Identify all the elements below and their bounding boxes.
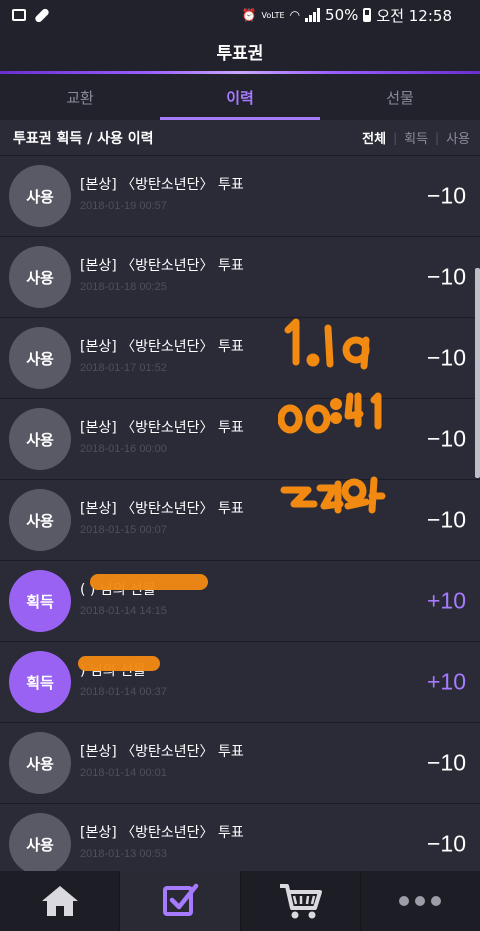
row-date: 2018-01-17 01:52 xyxy=(80,362,167,374)
nav-vote[interactable] xyxy=(120,871,241,931)
clock: 오전 12:58 xyxy=(376,6,452,25)
nav-shop[interactable] xyxy=(241,871,361,931)
row-amount: −10 xyxy=(426,425,466,452)
status-right: ⏰ VoLTE ◠ 50% 오전 12:58 xyxy=(242,5,480,26)
filter-divider: | xyxy=(435,130,440,145)
use-badge: 사용 xyxy=(9,327,71,389)
use-badge: 사용 xyxy=(9,732,71,794)
use-badge: 사용 xyxy=(9,165,71,227)
filter-group: 전체 | 획득 | 사용 xyxy=(362,128,480,148)
row-date: 2018-01-15 00:07 xyxy=(80,524,167,536)
row-text: [본상] 〈방탄소년단〉 투표 2018-01-14 00:01 xyxy=(80,741,244,779)
alarm-icon: ⏰ xyxy=(241,8,257,22)
row-date: 2018-01-18 00:25 xyxy=(80,281,167,293)
status-bar: ⏰ VoLTE ◠ 50% 오전 12:58 xyxy=(0,0,480,30)
tab-gift[interactable]: 선물 xyxy=(320,74,480,120)
volte-label: VoLTE xyxy=(261,10,285,20)
gallery-icon xyxy=(12,9,26,21)
row-text: [본상] 〈방탄소년단〉 투표 2018-01-17 01:52 xyxy=(80,336,244,374)
list-header: 투표권 획득 / 사용 이력 전체 | 획득 | 사용 xyxy=(0,120,480,156)
tab-exchange-label: 교환 xyxy=(66,88,94,107)
row-date: 2018-01-14 14:15 xyxy=(80,605,167,617)
tab-bar: 교환 이력 선물 xyxy=(0,74,480,120)
bottom-nav xyxy=(0,871,480,931)
tab-gift-label: 선물 xyxy=(386,88,414,107)
row-amount: −10 xyxy=(426,344,466,371)
row-title: [본상] 〈방탄소년단〉 투표 xyxy=(80,420,244,436)
history-row[interactable]: 획득 ) 님의 선물 2018-01-14 00:37 +10 xyxy=(0,642,480,723)
row-date: 2018-01-13 00:53 xyxy=(80,848,167,860)
row-title: [본상] 〈방탄소년단〉 투표 xyxy=(80,501,244,517)
row-title: [본상] 〈방탄소년단〉 투표 xyxy=(80,339,244,355)
row-title: [본상] 〈방탄소년단〉 투표 xyxy=(80,825,244,841)
filter-all[interactable]: 전체 xyxy=(362,128,386,147)
tab-history[interactable]: 이력 xyxy=(160,74,320,120)
redaction-scribble xyxy=(78,656,160,671)
scrollbar-thumb[interactable] xyxy=(475,268,480,478)
gain-badge: 획득 xyxy=(9,570,71,632)
app-header: 투표권 xyxy=(0,30,480,72)
filter-use[interactable]: 사용 xyxy=(446,128,470,147)
use-badge: 사용 xyxy=(9,489,71,551)
history-row[interactable]: 사용 [본상] 〈방탄소년단〉 투표 2018-01-16 00:00 −10 xyxy=(0,399,480,480)
history-row[interactable]: 사용 [본상] 〈방탄소년단〉 투표 2018-01-15 00:07 −10 xyxy=(0,480,480,561)
filter-gain[interactable]: 획득 xyxy=(404,128,428,147)
row-text: [본상] 〈방탄소년단〉 투표 2018-01-16 00:00 xyxy=(80,417,244,455)
history-row[interactable]: 사용 [본상] 〈방탄소년단〉 투표 2018-01-14 00:01 −10 xyxy=(0,723,480,804)
row-amount: −10 xyxy=(426,830,466,857)
nav-more[interactable] xyxy=(361,871,480,931)
row-date: 2018-01-19 00:57 xyxy=(80,200,167,212)
list-title: 투표권 획득 / 사용 이력 xyxy=(13,130,154,147)
history-row[interactable]: 사용 [본상] 〈방탄소년단〉 투표 2018-01-17 01:52 −10 xyxy=(0,318,480,399)
row-amount: +10 xyxy=(426,587,466,614)
row-text: [본상] 〈방탄소년단〉 투표 2018-01-13 00:53 xyxy=(80,822,244,860)
use-badge: 사용 xyxy=(9,246,71,308)
use-badge: 사용 xyxy=(9,408,71,470)
row-title: [본상] 〈방탄소년단〉 투표 xyxy=(80,258,244,274)
redaction-scribble xyxy=(90,574,208,590)
battery-percent: 50% xyxy=(325,6,359,24)
history-row[interactable]: 사용 [본상] 〈방탄소년단〉 투표 2018-01-18 00:25 −10 xyxy=(0,237,480,318)
wifi-icon: ◠ xyxy=(289,8,301,22)
row-text: [본상] 〈방탄소년단〉 투표 2018-01-18 00:25 xyxy=(80,255,244,293)
gain-badge: 획득 xyxy=(9,651,71,713)
home-icon xyxy=(41,886,78,916)
row-date: 2018-01-14 00:01 xyxy=(80,767,167,779)
row-date: 2018-01-14 00:37 xyxy=(80,686,167,698)
history-row[interactable]: 사용 [본상] 〈방탄소년단〉 투표 2018-01-19 00:57 −10 xyxy=(0,156,480,237)
row-amount: −10 xyxy=(426,263,466,290)
page-title: 투표권 xyxy=(216,43,264,64)
row-amount: −10 xyxy=(426,749,466,776)
row-amount: −10 xyxy=(426,182,466,209)
pill-icon xyxy=(33,6,51,24)
history-list: 사용 [본상] 〈방탄소년단〉 투표 2018-01-19 00:57 −10 … xyxy=(0,156,480,885)
more-icon xyxy=(399,896,442,906)
row-date: 2018-01-16 00:00 xyxy=(80,443,167,455)
tab-exchange[interactable]: 교환 xyxy=(0,74,160,120)
use-badge: 사용 xyxy=(9,813,71,875)
row-title: [본상] 〈방탄소년단〉 투표 xyxy=(80,744,244,760)
nav-home[interactable] xyxy=(0,871,121,931)
row-title: [본상] 〈방탄소년단〉 투표 xyxy=(80,177,244,193)
row-amount: −10 xyxy=(426,506,466,533)
cart-icon xyxy=(280,884,323,919)
row-text: [본상] 〈방탄소년단〉 투표 2018-01-19 00:57 xyxy=(80,174,244,212)
battery-icon xyxy=(363,8,372,22)
signal-icon xyxy=(305,8,321,22)
vote-check-icon xyxy=(162,883,199,916)
row-text: [본상] 〈방탄소년단〉 투표 2018-01-15 00:07 xyxy=(80,498,244,536)
filter-divider: | xyxy=(393,130,398,145)
tab-history-label: 이력 xyxy=(226,88,254,107)
row-amount: +10 xyxy=(426,668,466,695)
history-row[interactable]: 획득 ( ) 님의 선물 2018-01-14 14:15 +10 xyxy=(0,561,480,642)
status-left xyxy=(0,6,51,24)
